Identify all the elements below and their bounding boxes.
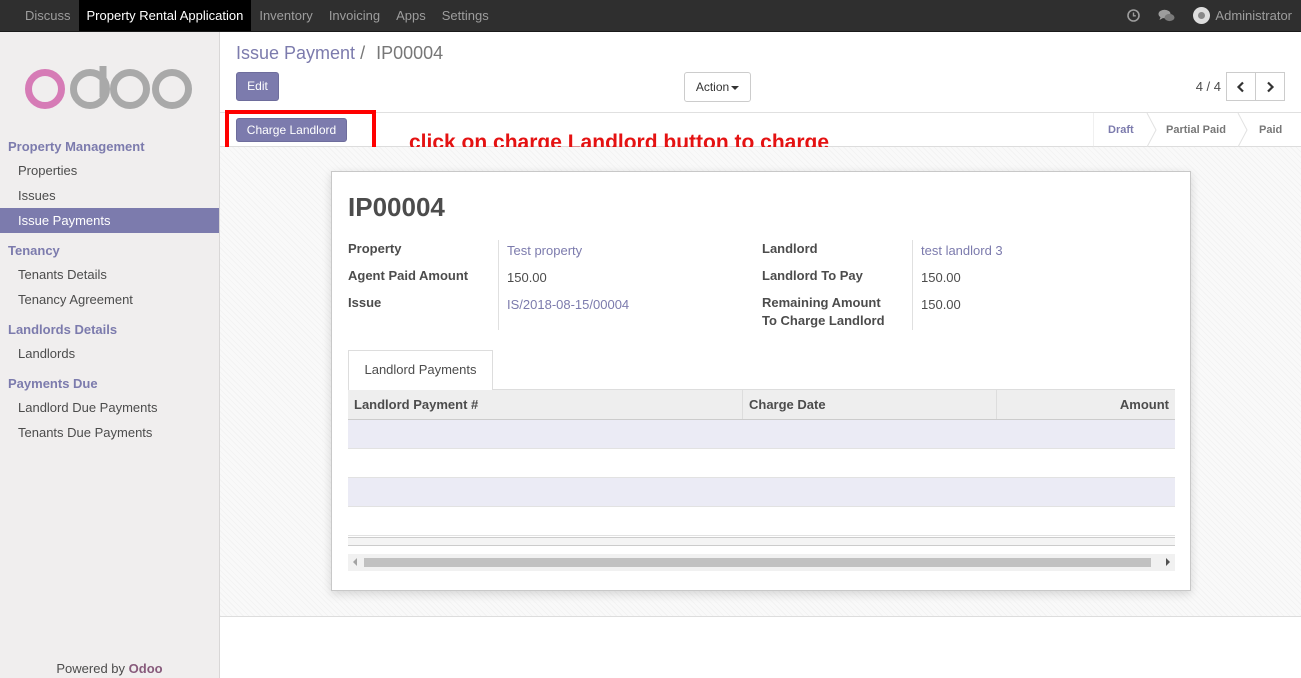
chat-icon[interactable] bbox=[1158, 9, 1175, 23]
clock-icon[interactable] bbox=[1127, 9, 1141, 22]
sidebar-item-tenants-due-payments[interactable]: Tenants Due Payments bbox=[0, 420, 219, 445]
table-row bbox=[348, 449, 1175, 478]
field-landlord[interactable]: test landlord 3 bbox=[921, 243, 1003, 258]
column-charge-date[interactable]: Charge Date bbox=[743, 390, 997, 419]
form-sheet: IP00004 Property Test property Agent Pai… bbox=[331, 171, 1191, 591]
record-title: IP00004 bbox=[348, 192, 445, 222]
powered-by-link[interactable]: Odoo bbox=[129, 661, 163, 676]
column-amount[interactable]: Amount bbox=[997, 390, 1175, 419]
landlord-payments-table: Landlord Payment # Charge Date Amount bbox=[348, 390, 1175, 546]
left-group-divider bbox=[498, 240, 499, 330]
action-label: Action bbox=[695, 80, 730, 94]
nav-group-landlords-details: Landlords Details Landlords bbox=[0, 322, 219, 366]
field-agent-paid-amount: 150.00 bbox=[507, 270, 547, 285]
table-row bbox=[348, 478, 1175, 507]
breadcrumb: Issue Payment / IP00004 bbox=[236, 43, 443, 64]
menu-apps[interactable]: Apps bbox=[388, 0, 434, 31]
control-panel: Issue Payment / IP00004 Edit Action 4 / … bbox=[220, 32, 1301, 113]
field-property[interactable]: Test property bbox=[507, 243, 582, 258]
pager: 4 / 4 bbox=[1196, 72, 1285, 101]
menu-invoicing[interactable]: Invoicing bbox=[321, 0, 388, 31]
table-footer bbox=[348, 537, 1175, 546]
breadcrumb-parent[interactable]: Issue Payment bbox=[236, 43, 355, 63]
scroll-right-arrow-icon[interactable] bbox=[1166, 558, 1170, 566]
caret-down-icon bbox=[731, 85, 740, 90]
field-issue[interactable]: IS/2018-08-15/00004 bbox=[507, 297, 629, 312]
table-header: Landlord Payment # Charge Date Amount bbox=[348, 390, 1175, 420]
powered-by-prefix: Powered by bbox=[56, 661, 129, 676]
label-property: Property bbox=[348, 241, 402, 256]
table-row bbox=[348, 420, 1175, 449]
pager-next-button[interactable] bbox=[1255, 72, 1285, 101]
nav-heading-tenancy[interactable]: Tenancy bbox=[0, 243, 219, 259]
nav-heading-landlords-details[interactable]: Landlords Details bbox=[0, 322, 219, 338]
stage-bar: Draft Partial Paid Paid bbox=[1093, 113, 1301, 147]
user-menu[interactable]: Administrator bbox=[1193, 7, 1292, 24]
nav-heading-payments-due[interactable]: Payments Due bbox=[0, 376, 219, 392]
nav-heading-property-management[interactable]: Property Management bbox=[0, 139, 219, 155]
label-remaining-amount-line1: Remaining Amount bbox=[762, 295, 881, 310]
label-remaining-amount: Remaining Amount To Charge Landlord bbox=[762, 294, 885, 330]
sidebar-item-issues[interactable]: Issues bbox=[0, 183, 219, 208]
scrollbar-thumb[interactable] bbox=[364, 558, 1151, 567]
sidebar-item-tenants-details[interactable]: Tenants Details bbox=[0, 262, 219, 287]
horizontal-scrollbar[interactable] bbox=[348, 554, 1175, 571]
nav-group-tenancy: Tenancy Tenants Details Tenancy Agreemen… bbox=[0, 243, 219, 312]
odoo-logo bbox=[25, 66, 192, 109]
nav-group-property-management: Property Management Properties Issues Is… bbox=[0, 139, 219, 233]
menu-property-rental[interactable]: Property Rental Application bbox=[78, 0, 252, 31]
avatar bbox=[1193, 7, 1211, 24]
stage-draft[interactable]: Draft bbox=[1108, 113, 1134, 147]
menu-inventory[interactable]: Inventory bbox=[251, 0, 320, 31]
sidebar-item-properties[interactable]: Properties bbox=[0, 158, 219, 183]
pager-previous-button[interactable] bbox=[1226, 72, 1256, 101]
nav-group-payments-due: Payments Due Landlord Due Payments Tenan… bbox=[0, 376, 219, 445]
form-content-area: IP00004 Property Test property Agent Pai… bbox=[220, 147, 1301, 617]
right-group-divider bbox=[912, 240, 913, 330]
column-landlord-payment[interactable]: Landlord Payment # bbox=[348, 390, 743, 419]
pager-value[interactable]: 4 / 4 bbox=[1196, 79, 1221, 94]
label-landlord-to-pay: Landlord To Pay bbox=[762, 268, 863, 283]
menu-settings[interactable]: Settings bbox=[434, 0, 497, 31]
sidebar-item-landlord-due-payments[interactable]: Landlord Due Payments bbox=[0, 395, 219, 420]
field-landlord-to-pay: 150.00 bbox=[921, 270, 961, 285]
sidebar-item-issue-payments[interactable]: Issue Payments bbox=[0, 208, 219, 233]
chevron-right-icon bbox=[1267, 81, 1275, 92]
app-menu: Discuss Property Rental Application Inve… bbox=[0, 0, 497, 31]
breadcrumb-current: IP00004 bbox=[376, 43, 444, 63]
chevron-left-icon bbox=[1236, 81, 1244, 92]
field-remaining-amount: 150.00 bbox=[921, 297, 961, 312]
label-issue: Issue bbox=[348, 295, 382, 310]
scroll-left-arrow-icon[interactable] bbox=[353, 558, 357, 566]
tab-landlord-payments[interactable]: Landlord Payments bbox=[348, 350, 493, 390]
label-landlord: Landlord bbox=[762, 241, 818, 256]
breadcrumb-separator: / bbox=[360, 43, 366, 63]
label-agent-paid-amount: Agent Paid Amount bbox=[348, 268, 469, 283]
sidebar-item-landlords[interactable]: Landlords bbox=[0, 341, 219, 366]
user-name: Administrator bbox=[1215, 8, 1292, 23]
sidebar: Property Management Properties Issues Is… bbox=[0, 32, 220, 678]
menu-discuss[interactable]: Discuss bbox=[0, 0, 79, 31]
top-navbar: Discuss Property Rental Application Inve… bbox=[0, 0, 1301, 32]
powered-by: Powered by Odoo bbox=[0, 661, 219, 676]
table-row bbox=[348, 507, 1175, 536]
stage-partial-paid[interactable]: Partial Paid bbox=[1166, 113, 1226, 147]
stage-paid[interactable]: Paid bbox=[1259, 113, 1282, 147]
action-dropdown[interactable]: Action bbox=[684, 72, 751, 102]
label-remaining-amount-line2: To Charge Landlord bbox=[762, 313, 885, 328]
edit-button[interactable]: Edit bbox=[236, 72, 279, 101]
sidebar-item-tenancy-agreement[interactable]: Tenancy Agreement bbox=[0, 287, 219, 312]
